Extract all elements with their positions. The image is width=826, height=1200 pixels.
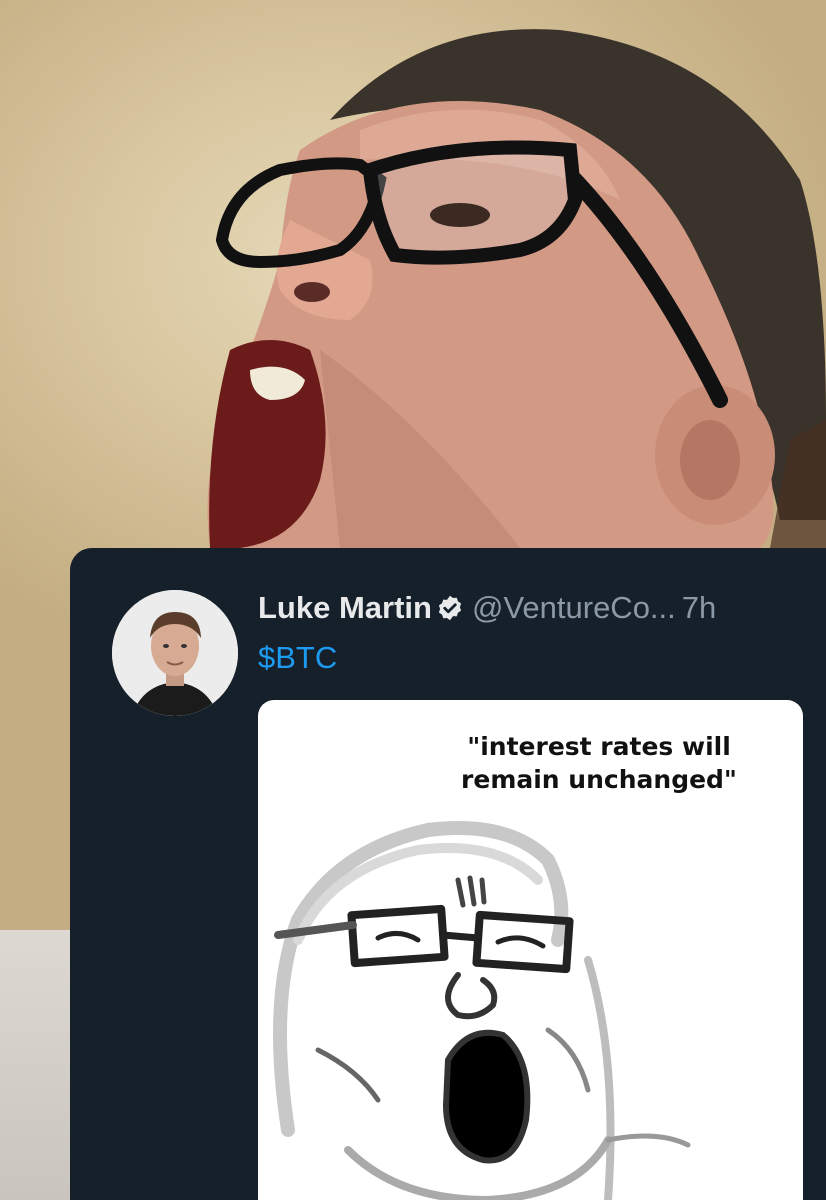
user-handle[interactable]: @VentureCo... bbox=[472, 590, 676, 625]
shirt-fabric bbox=[0, 930, 70, 1200]
wojak-drawing bbox=[273, 821, 691, 1200]
tweet-text-cashtag[interactable]: $BTC bbox=[258, 638, 337, 678]
display-name[interactable]: Luke Martin bbox=[258, 590, 432, 625]
verified-badge-icon bbox=[436, 592, 464, 621]
avatar-image bbox=[112, 590, 238, 716]
meme-caption: "interest rates will remain unchanged" bbox=[461, 732, 737, 794]
tweet-media[interactable]: "interest rates will remain unchanged" bbox=[258, 700, 803, 1200]
tweet-card[interactable]: Luke Martin @VentureCo... 7h $BTC "interes… bbox=[70, 548, 826, 1200]
avatar[interactable] bbox=[112, 590, 238, 716]
tweet-header: Luke Martin @VentureCo... 7h bbox=[258, 588, 716, 628]
tweet-timestamp[interactable]: 7h bbox=[682, 590, 716, 625]
